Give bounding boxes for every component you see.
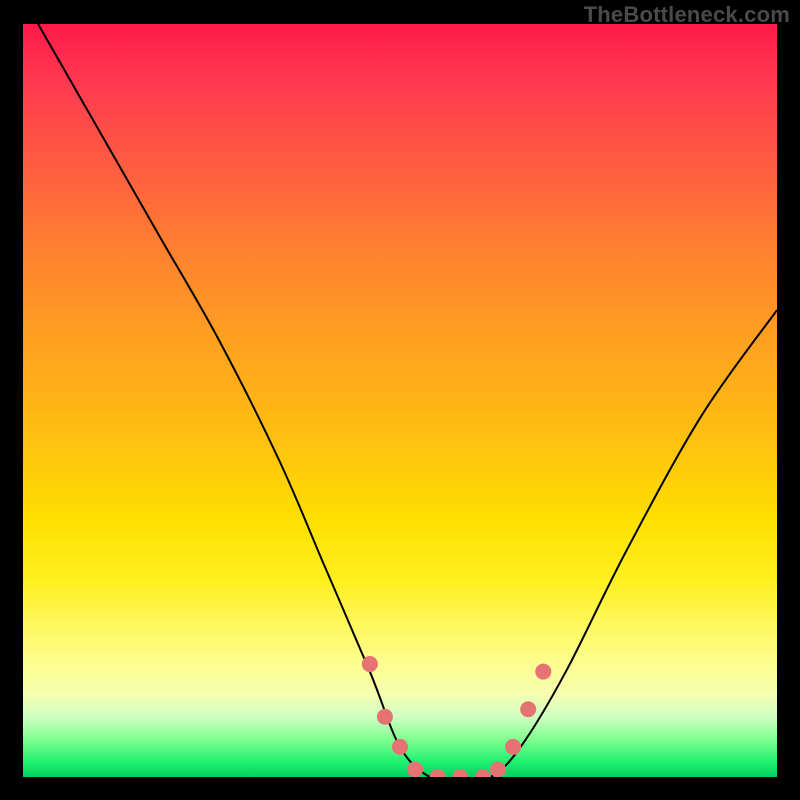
plot-area — [23, 24, 777, 777]
watermark-text: TheBottleneck.com — [584, 2, 790, 28]
bottleneck-curve — [38, 24, 777, 777]
curve-marker — [490, 761, 506, 777]
chart-frame: TheBottleneck.com — [0, 0, 800, 800]
curve-marker — [452, 769, 468, 777]
curve-marker — [475, 769, 491, 777]
curve-marker — [430, 769, 446, 777]
curve-marker — [520, 701, 536, 717]
curve-marker — [535, 664, 551, 680]
marker-group — [362, 656, 551, 777]
curve-marker — [377, 709, 393, 725]
curve-marker — [392, 739, 408, 755]
curve-marker — [407, 761, 423, 777]
curve-marker — [505, 739, 521, 755]
curve-marker — [362, 656, 378, 672]
curve-layer — [23, 24, 777, 777]
